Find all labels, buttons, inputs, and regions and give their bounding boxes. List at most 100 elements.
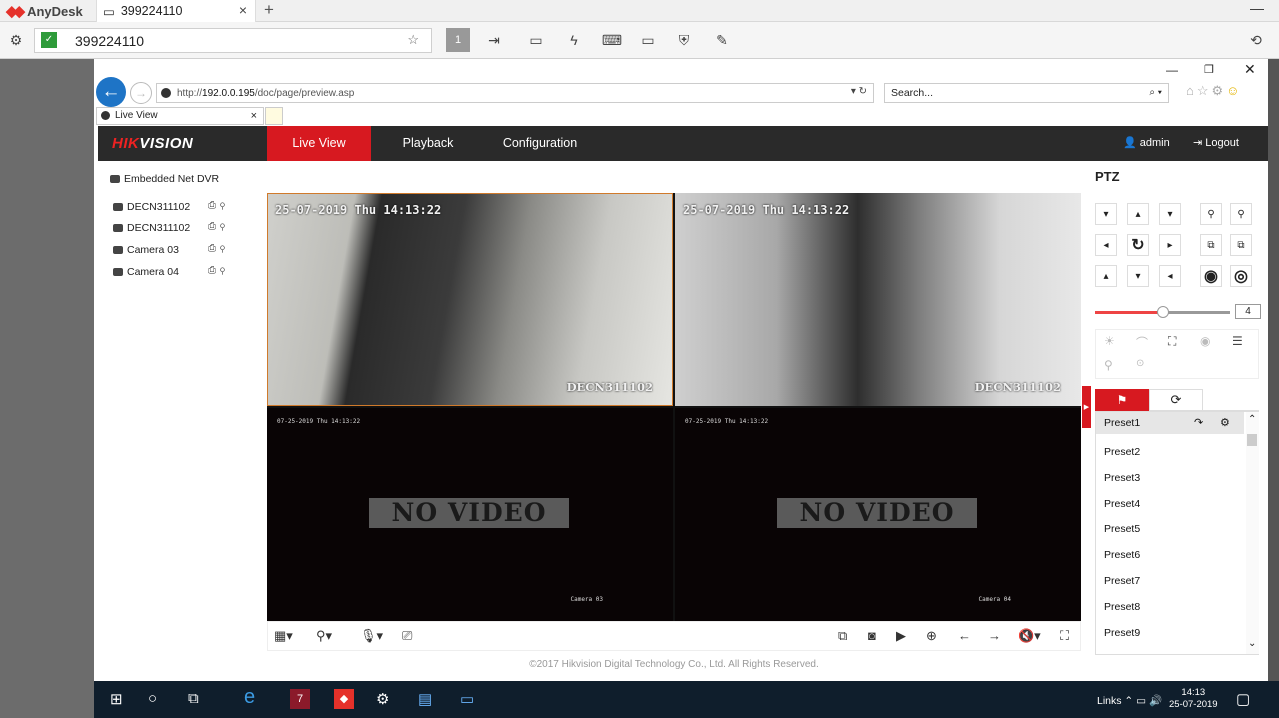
camera-item-4[interactable]: Camera 04 (113, 264, 179, 280)
actions-lightning-icon[interactable]: ϟ (562, 28, 586, 52)
camera-2-actions[interactable]: ⎙⚲ (208, 221, 229, 232)
keyboard-icon[interactable]: ⌨ (600, 28, 624, 52)
video-cell-4[interactable]: 07-25-2019 Thu 14:13:22 NO VIDEO Camera … (675, 408, 1081, 621)
preset-item[interactable]: Preset6 (1104, 549, 1140, 561)
zoom-in-icon[interactable]: ⚲ (1230, 203, 1252, 225)
search-icon[interactable]: ⌕ ▾ (1149, 84, 1162, 102)
speed-slider-handle[interactable] (1157, 306, 1169, 318)
preset-item[interactable]: Preset1 ↷ ⚙ (1096, 412, 1244, 434)
tab-preset-flag-icon[interactable]: ⚑ (1095, 389, 1149, 411)
camera-1-actions[interactable]: ⎙⚲ (208, 200, 229, 211)
preset-item[interactable]: Preset7 (1104, 575, 1140, 587)
control-panel-icon[interactable]: ▤ (418, 690, 432, 708)
ptz-right-button[interactable]: ▸ (1159, 234, 1181, 256)
call-preset-icon[interactable]: ↷ (1194, 412, 1203, 434)
anydesk-address-field[interactable]: ✓ 399224110 ☆ (34, 28, 432, 53)
camera-item-3[interactable]: Camera 03 (113, 242, 179, 258)
preset-scrollbar[interactable]: ⌃ ⌄ (1246, 412, 1259, 654)
camera-item-2[interactable]: DECN311102 (113, 220, 190, 236)
manual-track-icon[interactable]: ⚲ (1104, 358, 1113, 372)
collapse-panel-handle[interactable]: ▶ (1082, 386, 1091, 428)
next-page-icon[interactable]: → (988, 628, 1001, 643)
scroll-thumb[interactable] (1247, 434, 1257, 446)
lens-init-icon[interactable]: ◉ (1200, 334, 1210, 348)
fullscreen-icon[interactable]: ⛶ (1060, 628, 1069, 644)
whiteboard-pen-icon[interactable]: ✎ (710, 28, 734, 52)
camera-item-1[interactable]: DECN311102 (113, 199, 190, 215)
privacy-shield-icon[interactable]: ⛨ (672, 28, 696, 52)
menu-icon[interactable]: ☰ (1232, 334, 1243, 348)
logout-button[interactable]: ⇥ Logout (1193, 126, 1239, 161)
stop-all-icon[interactable]: ⧉ (838, 628, 847, 644)
anydesk-session-tab[interactable]: ▭ 399224110 × (96, 0, 256, 22)
internet-explorer-icon[interactable]: e (244, 686, 255, 709)
taskbar-links[interactable]: Links ⌃ ▭ 🔊 (1097, 694, 1162, 707)
anydesk-taskbar-icon[interactable]: ◆ (334, 689, 354, 709)
previous-page-icon[interactable]: ← (958, 628, 971, 643)
preset-item[interactable]: Preset2 (1104, 446, 1140, 458)
wiper-icon[interactable]: ⌒ (1136, 334, 1148, 351)
microphone-icon[interactable]: 🎙▾ (360, 628, 383, 644)
ptz-up-button[interactable]: ▴ (1127, 203, 1149, 225)
record-icon[interactable]: ▶ (896, 628, 906, 644)
focus-assist-icon[interactable]: ⛶ (1168, 334, 1176, 349)
ptz-down-right-button[interactable]: ◂ (1159, 265, 1181, 287)
camera-3-actions[interactable]: ⎙⚲ (208, 243, 229, 254)
zoom-out-icon[interactable]: ⚲ (1200, 203, 1222, 225)
new-tab-button[interactable]: + (264, 0, 274, 20)
video-cell-1[interactable]: 25-07-2019 Thu 14:13:22 DECN311102 (267, 193, 673, 406)
taskbar-clock[interactable]: 14:13 25-07-2019 (1169, 687, 1218, 711)
preset-item[interactable]: Preset8 (1104, 601, 1140, 613)
start-windows-icon[interactable]: ⊞ (110, 690, 123, 708)
preset-item[interactable]: Preset4 (1104, 498, 1140, 510)
display-icon[interactable]: ▭ (636, 28, 660, 52)
settings-gear-icon[interactable]: ⚙ (376, 690, 389, 708)
camera-4-actions[interactable]: ⎙⚲ (208, 265, 229, 276)
ptz-up-left-button[interactable]: ▾ (1095, 203, 1117, 225)
bookmark-star-icon[interactable]: ☆ (407, 32, 419, 48)
window-layout-icon[interactable]: ▦▾ (274, 628, 293, 644)
refresh-icon[interactable]: ▾ ↻ (851, 86, 867, 97)
stream-type-icon[interactable]: ⚲▾ (316, 628, 332, 644)
ptz-up-right-button[interactable]: ▾ (1159, 203, 1181, 225)
monitor-selector-button[interactable]: 1 (446, 28, 470, 52)
browser-search-input[interactable]: Search... ⌕ ▾ (884, 83, 1169, 103)
capture-icon[interactable]: ◙ (868, 628, 876, 643)
3d-zoom-icon[interactable]: ⊙ (1136, 358, 1144, 369)
tab-patrol-icon[interactable]: ⟳ (1149, 389, 1203, 411)
nav-playback[interactable]: Playback (380, 126, 476, 161)
browser-tab-live-view[interactable]: Live View × (96, 107, 264, 125)
iris-open-icon[interactable]: ◉ (1200, 265, 1222, 287)
chat-icon[interactable]: ▭ (524, 28, 548, 52)
video-cell-3[interactable]: 07-25-2019 Thu 14:13:22 NO VIDEO Camera … (267, 408, 673, 621)
focus-near-icon[interactable]: ⧉ (1200, 234, 1222, 256)
forward-button[interactable]: → (130, 82, 152, 104)
user-menu[interactable]: 👤 admin (1123, 126, 1170, 161)
ptz-auto-button[interactable]: ↻ (1127, 234, 1149, 256)
digital-zoom-icon[interactable]: ⊕ (926, 628, 937, 644)
speed-slider-track[interactable] (1095, 311, 1163, 314)
nav-configuration[interactable]: Configuration (483, 126, 597, 161)
new-browser-tab-button[interactable] (265, 107, 283, 125)
preset-item[interactable]: Preset3 (1104, 472, 1140, 484)
transfer-icon[interactable]: ⇥ (482, 28, 506, 52)
light-icon[interactable]: ☀ (1104, 334, 1115, 348)
device-root[interactable]: Embedded Net DVR (110, 171, 219, 187)
home-favorites-settings-icons[interactable]: ⌂☆⚙☺ (1186, 83, 1242, 99)
task-view-icon[interactable]: ⧉ (188, 690, 199, 707)
preset-item[interactable]: Preset5 (1104, 523, 1140, 535)
browser-restore-button[interactable]: ❐ (1204, 63, 1214, 76)
remote-app-icon[interactable]: ▭ (460, 690, 474, 708)
video-cell-2[interactable]: 25-07-2019 Thu 14:13:22 DECN311102 (675, 193, 1081, 406)
ptz-left-button[interactable]: ◂ (1095, 234, 1117, 256)
ptz-down-button[interactable]: ▾ (1127, 265, 1149, 287)
scroll-up-icon[interactable]: ⌃ (1248, 414, 1256, 425)
anydesk-permissions-icon[interactable]: ⚙ (4, 28, 28, 52)
notifications-icon[interactable]: ▢ (1236, 690, 1250, 708)
history-icon[interactable]: ⟲ (1244, 28, 1268, 52)
close-tab-icon[interactable]: × (239, 2, 247, 18)
preset-settings-icon[interactable]: ⚙ (1220, 412, 1230, 434)
focus-far-icon[interactable]: ⧉ (1230, 234, 1252, 256)
scroll-down-icon[interactable]: ⌄ (1248, 638, 1256, 649)
browser-minimize-button[interactable]: — (1166, 63, 1178, 77)
